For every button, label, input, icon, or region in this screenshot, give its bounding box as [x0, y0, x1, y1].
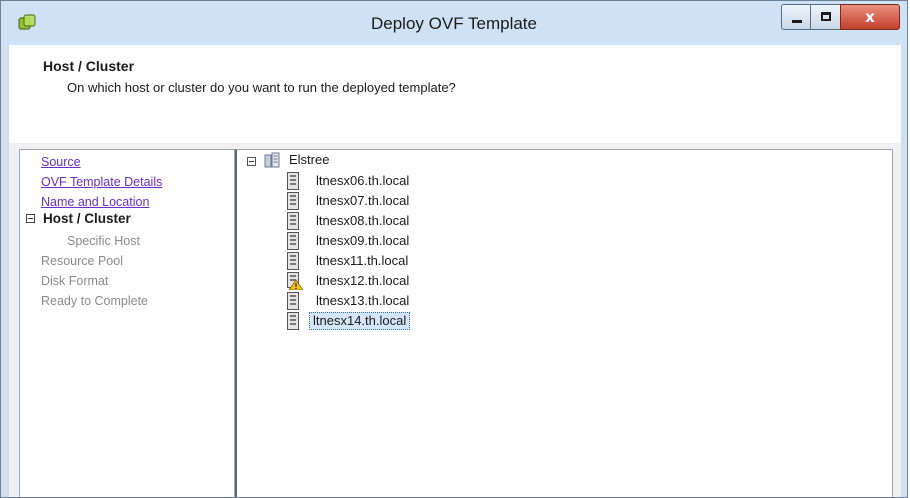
host-label: ltnesx07.th.local [316, 193, 410, 208]
warning-triangle-icon [287, 272, 303, 290]
host-label: ltnesx13.th.local [316, 293, 410, 308]
server-host-icon [287, 212, 299, 230]
server-host-icon [287, 172, 299, 190]
wizard-content: Source OVF Template Details Name and Loc… [9, 143, 901, 497]
nav-step-source[interactable]: Source [41, 155, 81, 169]
page-subtitle: On which host or cluster do you want to … [67, 80, 456, 95]
maximize-icon [821, 12, 831, 21]
title-bar[interactable]: Deploy OVF Template x [1, 1, 907, 45]
collapse-icon[interactable] [26, 214, 35, 223]
server-host-icon [287, 232, 299, 250]
minimize-icon [792, 20, 802, 23]
datacenter-icon [264, 152, 280, 168]
server-host-icon [287, 192, 299, 210]
deploy-ovf-window: Deploy OVF Template x Host / Cluster On … [0, 0, 908, 498]
nav-step-specific-host: Specific Host [67, 234, 140, 248]
host-label: ltnesx11.th.local [316, 253, 409, 268]
collapse-icon[interactable] [247, 157, 256, 166]
host-label: ltnesx14.th.local [309, 312, 411, 330]
host-label: ltnesx06.th.local [316, 173, 410, 188]
close-button[interactable]: x [840, 4, 900, 30]
nav-step-host-cluster: Host / Cluster [43, 211, 131, 226]
host-label: ltnesx09.th.local [316, 233, 410, 248]
page-title: Host / Cluster [43, 58, 135, 74]
minimize-button[interactable] [781, 4, 811, 30]
window-title: Deploy OVF Template [371, 14, 537, 33]
nav-step-disk-format: Disk Format [41, 274, 109, 288]
close-icon: x [865, 8, 875, 26]
nav-step-resource-pool: Resource Pool [41, 254, 123, 268]
host-label: ltnesx08.th.local [316, 213, 410, 228]
server-host-icon [287, 292, 299, 310]
nav-step-ready-to-complete: Ready to Complete [41, 294, 149, 308]
server-host-icon [287, 312, 299, 330]
maximize-button[interactable] [810, 4, 841, 30]
host-cluster-tree: Elstree ltnesx06.th.local ltnesx07.th.lo… [235, 149, 893, 497]
nav-step-name-and-location[interactable]: Name and Location [41, 195, 149, 209]
wizard-steps-nav: Source OVF Template Details Name and Loc… [19, 149, 235, 497]
host-label: ltnesx12.th.local [316, 273, 410, 288]
tree-node-datacenter[interactable]: Elstree [289, 152, 329, 167]
wizard-header: Host / Cluster On which host or cluster … [9, 45, 901, 144]
server-host-icon [287, 252, 299, 270]
nav-step-ovf-template-details[interactable]: OVF Template Details [41, 175, 162, 189]
